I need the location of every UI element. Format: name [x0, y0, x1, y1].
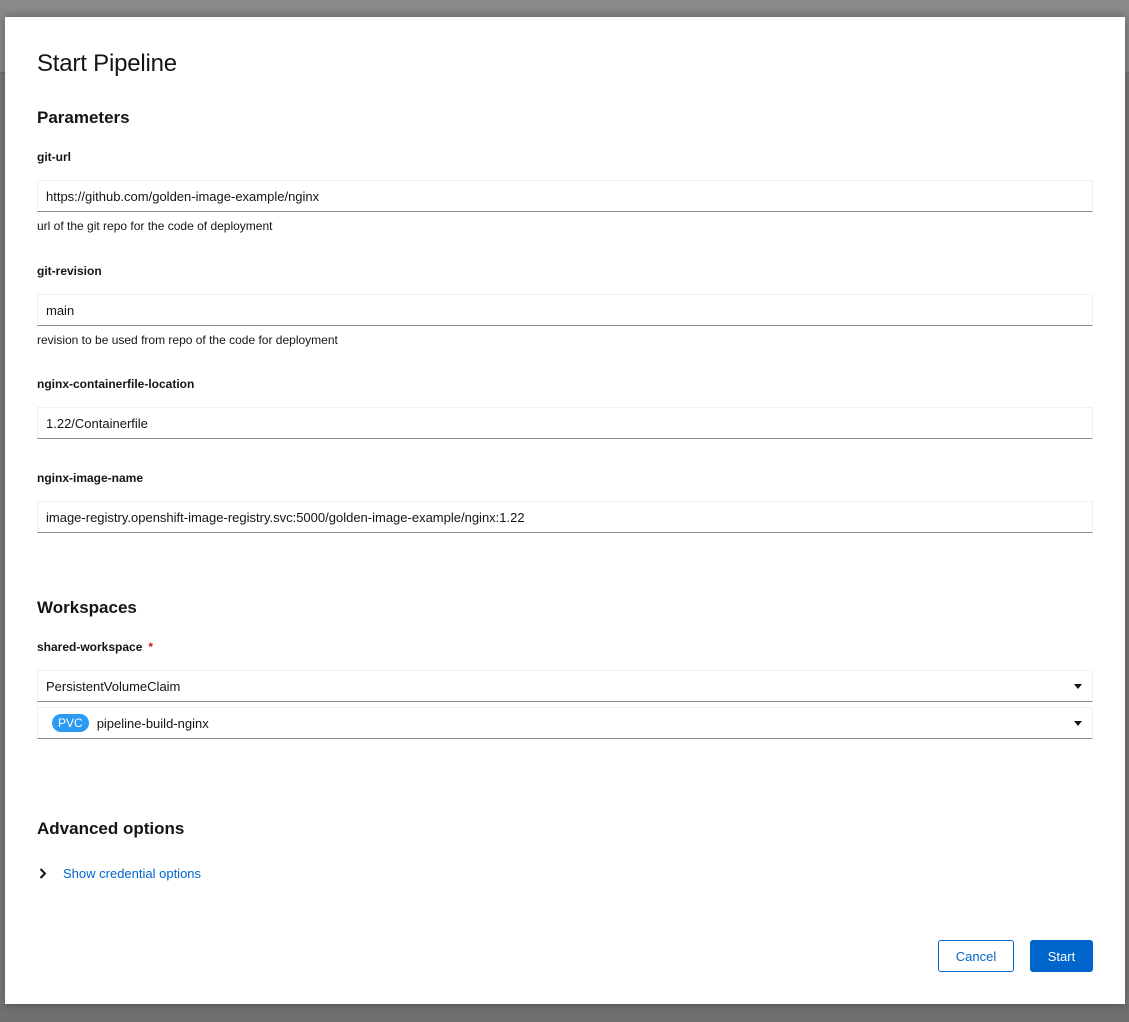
advanced-options-heading: Advanced options — [37, 819, 185, 838]
git-revision-helper: revision to be used from repo of the cod… — [37, 333, 338, 347]
caret-down-icon — [1074, 721, 1082, 726]
show-credential-options-toggle[interactable]: Show credential options — [37, 866, 201, 881]
image-name-label: nginx-image-name — [37, 471, 144, 485]
workspaces-heading: Workspaces — [37, 598, 137, 617]
shared-workspace-label: shared-workspace * — [37, 640, 153, 654]
cancel-button[interactable]: Cancel — [938, 940, 1014, 972]
containerfile-location-label: nginx-containerfile-location — [37, 377, 195, 391]
pvc-select[interactable]: PVC pipeline-build-nginx — [37, 707, 1093, 739]
pvc-value: pipeline-build-nginx — [96, 715, 209, 731]
pvc-badge: PVC — [52, 714, 89, 732]
containerfile-location-input[interactable] — [37, 407, 1093, 439]
parameters-heading: Parameters — [37, 108, 130, 127]
git-url-label: git-url — [37, 150, 71, 164]
required-indicator: * — [148, 640, 154, 654]
workspace-type-value: PersistentVolumeClaim — [46, 678, 181, 694]
dialog-title: Start Pipeline — [37, 50, 177, 77]
image-name-input[interactable] — [37, 501, 1093, 533]
git-revision-label: git-revision — [37, 264, 102, 278]
git-revision-input[interactable] — [37, 294, 1093, 326]
shared-workspace-label-text: shared-workspace — [37, 640, 143, 654]
show-credential-options-link[interactable]: Show credential options — [63, 866, 201, 881]
workspace-type-select[interactable]: PersistentVolumeClaim — [37, 670, 1093, 702]
chevron-right-icon — [37, 868, 49, 880]
caret-down-icon — [1074, 684, 1082, 689]
git-url-input[interactable] — [37, 180, 1093, 212]
background-footer — [0, 1004, 1129, 1022]
start-button[interactable]: Start — [1030, 940, 1093, 972]
start-pipeline-dialog: Start Pipeline Parameters git-url url of… — [5, 17, 1125, 1004]
git-url-helper: url of the git repo for the code of depl… — [37, 219, 273, 233]
